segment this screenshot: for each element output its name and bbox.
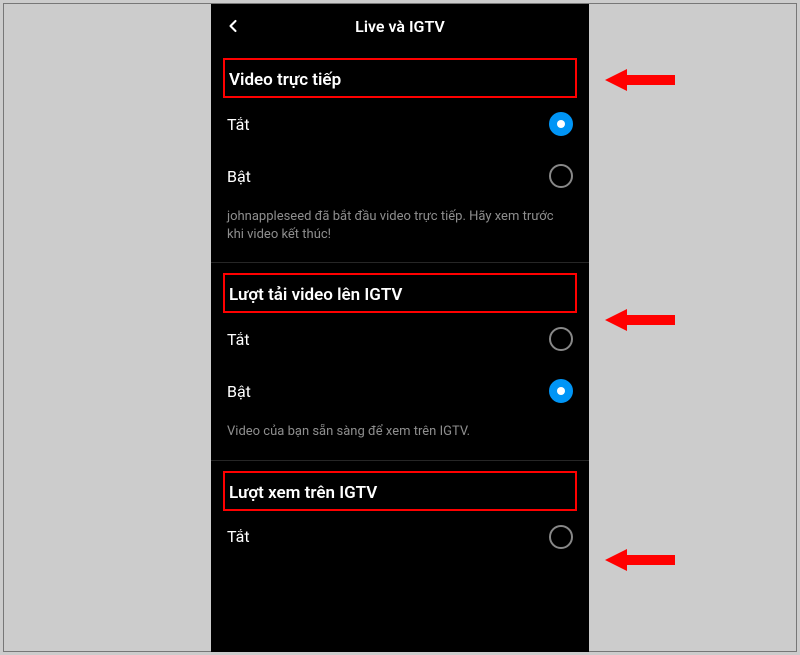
option-live-off[interactable]: Tắt [211, 98, 589, 150]
phone-screen: Live và IGTV Video trực tiếp Tắt Bật joh… [211, 4, 589, 652]
section-title-igtv-upload: Lượt tải video lên IGTV [229, 285, 571, 305]
arrow-annotation-3 [605, 545, 675, 575]
section-title-igtv-views: Lượt xem trên IGTV [229, 483, 571, 503]
radio-unchecked-icon [549, 525, 573, 549]
option-igtv-upload-on[interactable]: Bật [211, 365, 589, 417]
option-label: Tắt [227, 527, 250, 546]
highlight-box-1: Video trực tiếp [223, 58, 577, 98]
arrow-annotation-2 [605, 305, 675, 335]
radio-checked-icon [549, 379, 573, 403]
arrow-annotation-1 [605, 65, 675, 95]
back-button[interactable] [221, 14, 245, 38]
option-igtv-views-off[interactable]: Tắt [211, 511, 589, 563]
page-title: Live và IGTV [355, 17, 445, 36]
option-label: Tắt [227, 330, 250, 349]
radio-checked-icon [549, 112, 573, 136]
option-live-on[interactable]: Bật [211, 150, 589, 202]
divider [211, 460, 589, 461]
chevron-left-icon [223, 16, 243, 36]
highlight-box-3: Lượt xem trên IGTV [223, 471, 577, 511]
radio-unchecked-icon [549, 327, 573, 351]
option-label: Bật [227, 167, 251, 186]
section-description: Video của bạn sẵn sàng để xem trên IGTV. [211, 417, 589, 459]
header-bar: Live và IGTV [211, 4, 589, 48]
highlight-box-2: Lượt tải video lên IGTV [223, 273, 577, 313]
section-description: johnappleseed đã bắt đầu video trực tiếp… [211, 202, 589, 262]
option-igtv-upload-off[interactable]: Tắt [211, 313, 589, 365]
section-title-live-video: Video trực tiếp [229, 70, 571, 90]
radio-unchecked-icon [549, 164, 573, 188]
option-label: Bật [227, 382, 251, 401]
option-label: Tắt [227, 115, 250, 134]
divider [211, 262, 589, 263]
